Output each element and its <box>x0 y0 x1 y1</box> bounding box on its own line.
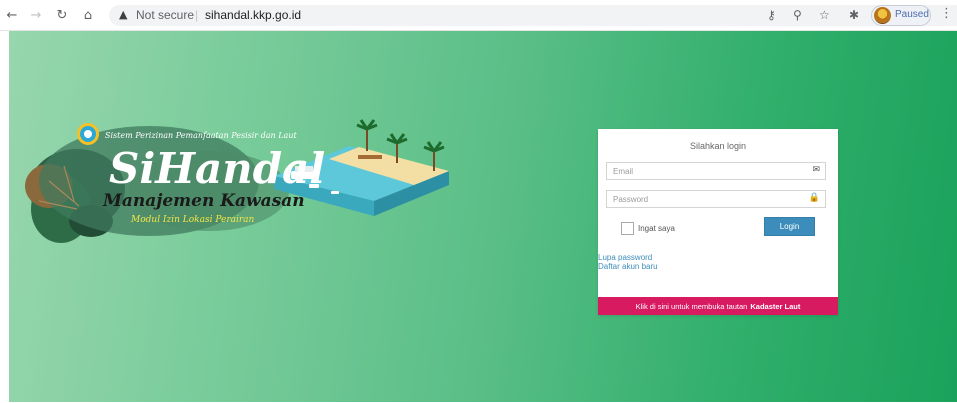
brand-tagline: Sistem Perizinan Pemanfaatan Pesisir dan… <box>105 131 297 140</box>
email-field[interactable]: ✉ <box>606 162 826 180</box>
profile-status: Paused <box>895 9 929 20</box>
home-icon[interactable]: ⌂ <box>79 6 97 24</box>
warning-icon[interactable]: ▲ <box>119 8 127 21</box>
brand-module: Modul Izin Lokasi Perairan <box>130 215 255 225</box>
back-icon[interactable]: ← <box>3 6 21 24</box>
sihandal-illustration: Sistem Perizinan Pemanfaatan Pesisir dan… <box>25 119 449 243</box>
envelope-icon: ✉ <box>812 165 820 175</box>
profile-button[interactable]: Paused <box>871 5 931 26</box>
password-input[interactable] <box>607 191 803 207</box>
url-text[interactable]: sihandal.kkp.go.id <box>205 8 301 22</box>
extensions-icon[interactable]: ✱ <box>849 8 859 22</box>
security-label[interactable]: Not secure <box>136 8 194 22</box>
login-button[interactable]: Login <box>764 217 815 236</box>
menu-icon[interactable]: ⋮ <box>940 6 953 24</box>
brand-logo-text: SiHandal <box>109 144 325 193</box>
kadaster-bold-text: Kadaster Laut <box>750 301 801 311</box>
forward-icon[interactable]: → <box>27 6 45 24</box>
remember-label[interactable]: Ingat saya <box>638 224 675 233</box>
login-title: Silahkan login <box>689 141 747 151</box>
remember-checkbox[interactable] <box>621 222 634 235</box>
email-input[interactable] <box>607 163 803 179</box>
kadaster-laut-link[interactable]: Klik di sini untuk membuka tautan Kadast… <box>598 297 838 315</box>
page-background: Sistem Perizinan Pemanfaatan Pesisir dan… <box>9 31 957 402</box>
browser-toolbar: ← → ↻ ⌂ ▲ Not secure | sihandal.kkp.go.i… <box>0 0 957 31</box>
avatar <box>874 7 891 24</box>
password-field[interactable]: 🔒 <box>606 190 826 208</box>
register-link[interactable]: Daftar akun baru <box>598 262 658 271</box>
forgot-password-link[interactable]: Lupa password <box>598 253 652 262</box>
logo-icon <box>77 123 99 145</box>
kadaster-text: Klik di sini untuk membuka tautan <box>635 301 748 311</box>
brand-subtitle: Manajemen Kawasan <box>102 191 305 211</box>
reload-icon[interactable]: ↻ <box>53 6 71 24</box>
login-card: Silahkan login ✉ 🔒 Ingat saya Login Lupa… <box>598 129 838 315</box>
address-bar[interactable]: ▲ Not secure | sihandal.kkp.go.id ⚷ ⚲ ☆ … <box>109 5 957 26</box>
url-separator: | <box>195 8 199 22</box>
key-icon[interactable]: ⚷ <box>767 8 776 22</box>
star-icon[interactable]: ☆ <box>819 8 830 22</box>
zoom-icon[interactable]: ⚲ <box>793 8 802 22</box>
lock-icon: 🔒 <box>808 193 820 203</box>
